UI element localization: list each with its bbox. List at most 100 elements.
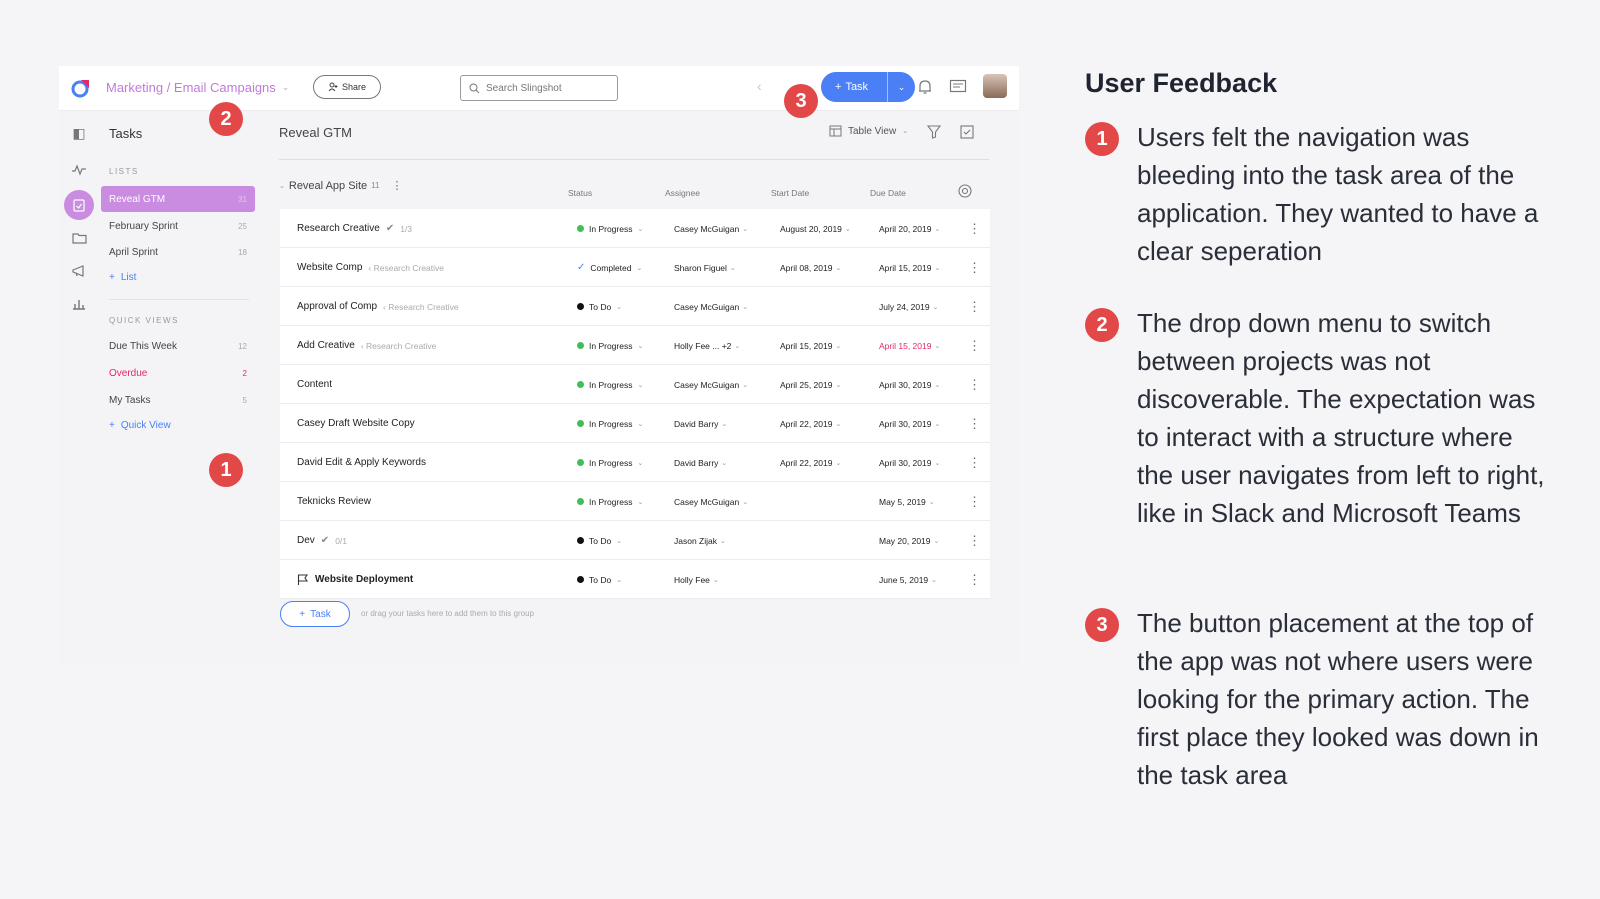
more-vertical-icon[interactable]: ⋮	[968, 365, 981, 404]
more-vertical-icon[interactable]: ⋮	[968, 326, 981, 365]
more-vertical-icon[interactable]: ⋮	[968, 521, 981, 560]
sidebar-item-overdue[interactable]: Overdue 2	[101, 360, 255, 386]
assignee-dropdown[interactable]: Holly Fee ... +2 ⌄	[674, 326, 740, 365]
gear-icon[interactable]	[957, 183, 973, 199]
table-row[interactable]: Research Creative ✔ 1/3 In Progress ⌄ Casey…	[280, 209, 990, 248]
table-row[interactable]: Teknicks Review In Progress ⌄ Casey McGui…	[280, 482, 990, 521]
start-date-picker[interactable]: August 20, 2019 ⌄	[780, 209, 851, 248]
assignee-label: Casey McGuigan	[674, 223, 740, 234]
new-task-main[interactable]: + Task	[821, 81, 887, 93]
table-row[interactable]: Website Comp ‹ Research Creative ✓ Complet…	[280, 248, 990, 287]
add-task-label: Task	[310, 608, 331, 620]
activity-icon[interactable]	[69, 160, 89, 180]
status-dot	[577, 342, 584, 349]
bar-chart-icon[interactable]	[69, 294, 89, 314]
start-date-picker[interactable]: April 08, 2019 ⌄	[780, 248, 841, 287]
bell-icon[interactable]	[916, 78, 934, 96]
assignee-dropdown[interactable]: David Barry ⌄	[674, 443, 727, 482]
more-vertical-icon[interactable]: ⋮	[968, 287, 981, 326]
flag-icon	[297, 573, 309, 585]
task-dropdown-toggle[interactable]: ⌄	[887, 72, 915, 102]
chevron-down-icon: ⌄	[928, 498, 935, 506]
assignee-dropdown[interactable]: Casey McGuigan ⌄	[674, 365, 748, 404]
search-input[interactable]: Search Slingshot	[460, 75, 618, 101]
start-date-picker[interactable]: April 25, 2019 ⌄	[780, 365, 841, 404]
status-dropdown[interactable]: ✓ Completed ⌄	[577, 248, 642, 287]
sidebar-item-april-sprint[interactable]: April Sprint 18	[101, 239, 255, 265]
tasks-icon[interactable]	[64, 190, 94, 220]
assignee-dropdown[interactable]: Jason Zijak ⌄	[674, 521, 726, 560]
checkbox-icon[interactable]	[960, 125, 974, 139]
share-button[interactable]: Share	[313, 75, 381, 99]
status-dropdown[interactable]: To Do ⌄	[577, 287, 622, 326]
due-date-picker-overdue[interactable]: April 15, 2019 ⌄	[879, 326, 940, 365]
due-date-picker[interactable]: July 24, 2019 ⌄	[879, 287, 938, 326]
table-row[interactable]: Dev ✔ 0/1 To Do ⌄ Jason Zijak ⌄ May 20, 2019…	[280, 521, 990, 560]
quick-view-count: 12	[238, 341, 247, 351]
more-vertical-icon[interactable]: ⋮	[968, 404, 981, 443]
sidebar-toggle-icon[interactable]: ◧	[69, 123, 89, 143]
chevron-left-icon[interactable]: ‹	[757, 78, 762, 94]
folder-icon[interactable]	[69, 228, 89, 248]
start-date-picker[interactable]: April 22, 2019 ⌄	[780, 404, 841, 443]
group-header[interactable]: ⌄ Reveal App Site 11 ⋮	[279, 179, 402, 193]
more-vertical-icon[interactable]: ⋮	[968, 443, 981, 482]
sidebar-item-my-tasks[interactable]: My Tasks 5	[101, 387, 255, 413]
status-dropdown[interactable]: In Progress ⌄	[577, 326, 643, 365]
status-dropdown[interactable]: In Progress ⌄	[577, 482, 643, 521]
sidebar-item-due-this-week[interactable]: Due This Week 12	[101, 333, 255, 359]
table-row[interactable]: Casey Draft Website Copy In Progress ⌄ Da…	[280, 404, 990, 443]
assignee-dropdown[interactable]: Holly Fee ⌄	[674, 560, 719, 599]
status-dropdown[interactable]: In Progress ⌄	[577, 365, 643, 404]
status-label: To Do	[589, 301, 612, 312]
assignee-dropdown[interactable]: Sharon Figuel ⌄	[674, 248, 736, 287]
avatar[interactable]	[983, 74, 1007, 98]
assignee-label: Jason Zijak	[674, 535, 717, 546]
assignee-dropdown[interactable]: Casey McGuigan ⌄	[674, 209, 748, 248]
new-task-button[interactable]: + Task ⌄	[821, 72, 915, 102]
due-date-picker[interactable]: April 30, 2019 ⌄	[879, 443, 940, 482]
due-date-picker[interactable]: June 5, 2019 ⌄	[879, 560, 937, 599]
assignee-dropdown[interactable]: Casey McGuigan ⌄	[674, 287, 748, 326]
slingshot-logo-icon[interactable]	[69, 76, 93, 100]
sidebar-item-february-sprint[interactable]: February Sprint 25	[101, 213, 255, 239]
sidebar-item-reveal-gtm[interactable]: Reveal GTM 31	[101, 186, 255, 212]
due-date-picker[interactable]: April 15, 2019 ⌄	[879, 248, 940, 287]
status-dropdown[interactable]: In Progress ⌄	[577, 209, 643, 248]
column-header-status: Status	[568, 188, 593, 198]
message-icon[interactable]	[949, 79, 967, 95]
due-date-picker[interactable]: April 30, 2019 ⌄	[879, 404, 940, 443]
user-plus-icon	[328, 82, 338, 92]
status-dropdown[interactable]: In Progress ⌄	[577, 443, 643, 482]
table-view-dropdown[interactable]: Table View ⌄	[829, 125, 908, 137]
add-list-button[interactable]: + List	[109, 272, 136, 283]
status-dropdown[interactable]: To Do ⌄	[577, 521, 622, 560]
more-vertical-icon[interactable]: ⋮	[391, 179, 402, 192]
more-vertical-icon[interactable]: ⋮	[968, 560, 981, 599]
add-task-button[interactable]: + Task	[280, 601, 350, 627]
status-label: In Progress	[589, 340, 633, 351]
table-row[interactable]: Website Deployment To Do ⌄ Holly Fee ⌄ Jun…	[280, 560, 990, 599]
start-date-picker[interactable]: April 15, 2019 ⌄	[780, 326, 841, 365]
status-dropdown[interactable]: In Progress ⌄	[577, 404, 643, 443]
due-date-picker[interactable]: May 20, 2019 ⌄	[879, 521, 939, 560]
due-date-picker[interactable]: April 20, 2019 ⌄	[879, 209, 940, 248]
status-dropdown[interactable]: To Do ⌄	[577, 560, 622, 599]
assignee-dropdown[interactable]: Casey McGuigan ⌄	[674, 482, 748, 521]
megaphone-icon[interactable]	[69, 261, 89, 281]
table-row[interactable]: David Edit & Apply Keywords In Progress ⌄…	[280, 443, 990, 482]
start-date-picker[interactable]: April 22, 2019 ⌄	[780, 443, 841, 482]
due-date-picker[interactable]: April 30, 2019 ⌄	[879, 365, 940, 404]
more-vertical-icon[interactable]: ⋮	[968, 209, 981, 248]
due-date-picker[interactable]: May 5, 2019 ⌄	[879, 482, 935, 521]
table-row[interactable]: Approval of Comp ‹ Research Creative To D…	[280, 287, 990, 326]
table-row[interactable]: Add Creative ‹ Research Creative In Progr…	[280, 326, 990, 365]
filter-icon[interactable]	[927, 125, 941, 139]
more-vertical-icon[interactable]: ⋮	[968, 482, 981, 521]
assignee-dropdown[interactable]: David Barry ⌄	[674, 404, 727, 443]
more-vertical-icon[interactable]: ⋮	[968, 248, 981, 287]
table-row[interactable]: Content In Progress ⌄ Casey McGuigan ⌄ Apr…	[280, 365, 990, 404]
add-quick-view-button[interactable]: + Quick View	[109, 420, 171, 431]
project-breadcrumb-dropdown[interactable]: Marketing / Email Campaigns ⌄	[106, 80, 289, 95]
subtask-count: 1/3	[400, 223, 413, 234]
